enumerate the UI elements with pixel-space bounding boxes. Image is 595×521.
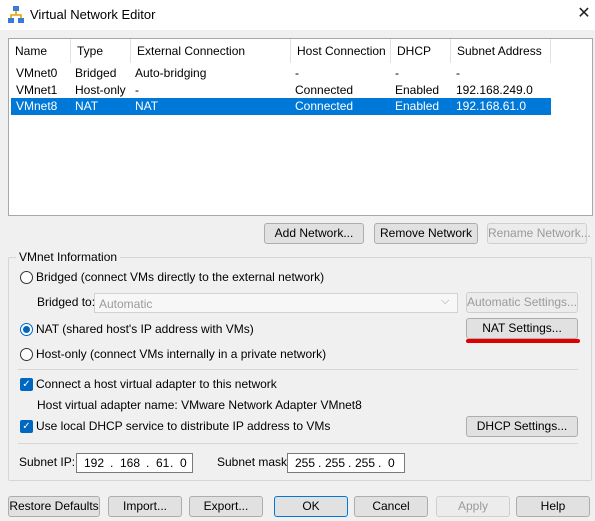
column-header-external[interactable]: External Connection — [131, 39, 291, 63]
table-row-selected[interactable]: VMnet8 NAT NAT Connected Enabled 192.168… — [11, 98, 551, 115]
subnet-mask-input[interactable]: 255 . 255 . 255 . 0 — [287, 453, 405, 473]
table-row[interactable]: VMnet1 Host-only - Connected Enabled 192… — [11, 82, 551, 99]
mask-dot: . — [348, 456, 352, 470]
cell-dhcp: Enabled — [395, 99, 440, 113]
ip-dot: . — [146, 456, 150, 470]
add-network-button[interactable]: Add Network... — [264, 223, 364, 244]
export-button[interactable]: Export... — [189, 496, 263, 517]
mask-dot: . — [378, 456, 382, 470]
import-button[interactable]: Import... — [108, 496, 182, 517]
mask-octet: 0 — [388, 456, 395, 470]
group-title: VMnet Information — [16, 250, 121, 264]
cell-external: - — [135, 83, 139, 97]
bridged-label[interactable]: Bridged (connect VMs directly to the ext… — [36, 270, 324, 284]
host-only-label[interactable]: Host-only (connect VMs internally in a p… — [36, 347, 326, 361]
cell-host: - — [295, 66, 299, 80]
nat-label[interactable]: NAT (shared host's IP address with VMs) — [36, 322, 254, 336]
nat-radio[interactable] — [20, 323, 33, 336]
host-only-radio[interactable] — [20, 348, 33, 361]
column-header-type[interactable]: Type — [71, 39, 131, 63]
column-header-host[interactable]: Host Connection — [291, 39, 391, 63]
column-header-name[interactable]: Name — [9, 39, 71, 63]
mask-octet: 255 — [355, 456, 376, 470]
bridged-to-label: Bridged to: — [37, 295, 96, 309]
dhcp-settings-button[interactable]: DHCP Settings... — [466, 416, 578, 437]
cell-host: Connected — [295, 83, 354, 97]
bridged-to-value: Automatic — [99, 297, 153, 311]
bridged-to-select[interactable]: Automatic ⌵ — [94, 293, 458, 313]
annotation-underline — [466, 339, 580, 343]
cell-dhcp: Enabled — [395, 83, 440, 97]
ip-octet: 168 — [120, 456, 141, 470]
cell-host: Connected — [295, 99, 354, 113]
remove-network-button[interactable]: Remove Network — [374, 223, 478, 244]
column-header-dhcp[interactable]: DHCP — [391, 39, 451, 63]
ip-octet: 61 — [156, 456, 170, 470]
adapter-name-text: Host virtual adapter name: VMware Networ… — [37, 398, 362, 412]
cell-external: NAT — [135, 99, 159, 113]
cell-external: Auto-bridging — [135, 66, 207, 80]
ip-dot: . — [110, 456, 114, 470]
subnet-ip-input[interactable]: 192 . 168 . 61 . 0 — [76, 453, 193, 473]
subnet-ip-label: Subnet IP: — [19, 455, 76, 469]
bridged-radio[interactable] — [20, 271, 33, 284]
chevron-down-icon: ⌵ — [441, 295, 450, 307]
network-icon — [8, 6, 24, 24]
cell-type: NAT — [75, 99, 99, 113]
cell-subnet: 192.168.61.0 — [456, 99, 527, 113]
rename-network-button[interactable]: Rename Network... — [487, 223, 591, 244]
use-dhcp-checkbox[interactable]: ✓ — [20, 420, 33, 433]
restore-defaults-button[interactable]: Restore Defaults — [8, 496, 100, 517]
divider — [18, 369, 578, 370]
column-header-subnet[interactable]: Subnet Address — [451, 39, 551, 63]
cell-type: Bridged — [75, 66, 117, 80]
ip-dot: . — [170, 456, 174, 470]
mask-octet: 255 — [325, 456, 346, 470]
use-dhcp-label[interactable]: Use local DHCP service to distribute IP … — [36, 419, 330, 433]
network-table[interactable]: Name Type External Connection Host Conne… — [8, 38, 593, 216]
apply-button[interactable]: Apply — [436, 496, 510, 517]
cell-name: VMnet8 — [16, 99, 58, 113]
table-row[interactable]: VMnet0 Bridged Auto-bridging - - - — [11, 65, 551, 82]
ip-octet: 192 — [84, 456, 105, 470]
cell-name: VMnet1 — [16, 83, 58, 97]
cell-name: VMnet0 — [16, 66, 58, 80]
close-icon[interactable]: ✕ — [574, 4, 594, 24]
cell-dhcp: - — [395, 66, 399, 80]
connect-adapter-checkbox[interactable]: ✓ — [20, 378, 33, 391]
cell-subnet: 192.168.249.0 — [456, 83, 533, 97]
ok-button[interactable]: OK — [274, 496, 348, 517]
cancel-button[interactable]: Cancel — [354, 496, 428, 517]
mask-octet: 255 — [295, 456, 316, 470]
nat-settings-button[interactable]: NAT Settings... — [466, 318, 578, 339]
connect-adapter-label[interactable]: Connect a host virtual adapter to this n… — [36, 377, 277, 391]
cell-type: Host-only — [75, 83, 126, 97]
window-title: Virtual Network Editor — [30, 7, 156, 22]
automatic-settings-button[interactable]: Automatic Settings... — [466, 292, 578, 313]
ip-octet: 0 — [180, 456, 187, 470]
subnet-mask-label: Subnet mask: — [217, 455, 291, 469]
help-button[interactable]: Help — [516, 496, 590, 517]
cell-subnet: - — [456, 66, 460, 80]
divider — [18, 443, 578, 444]
mask-dot: . — [318, 456, 322, 470]
